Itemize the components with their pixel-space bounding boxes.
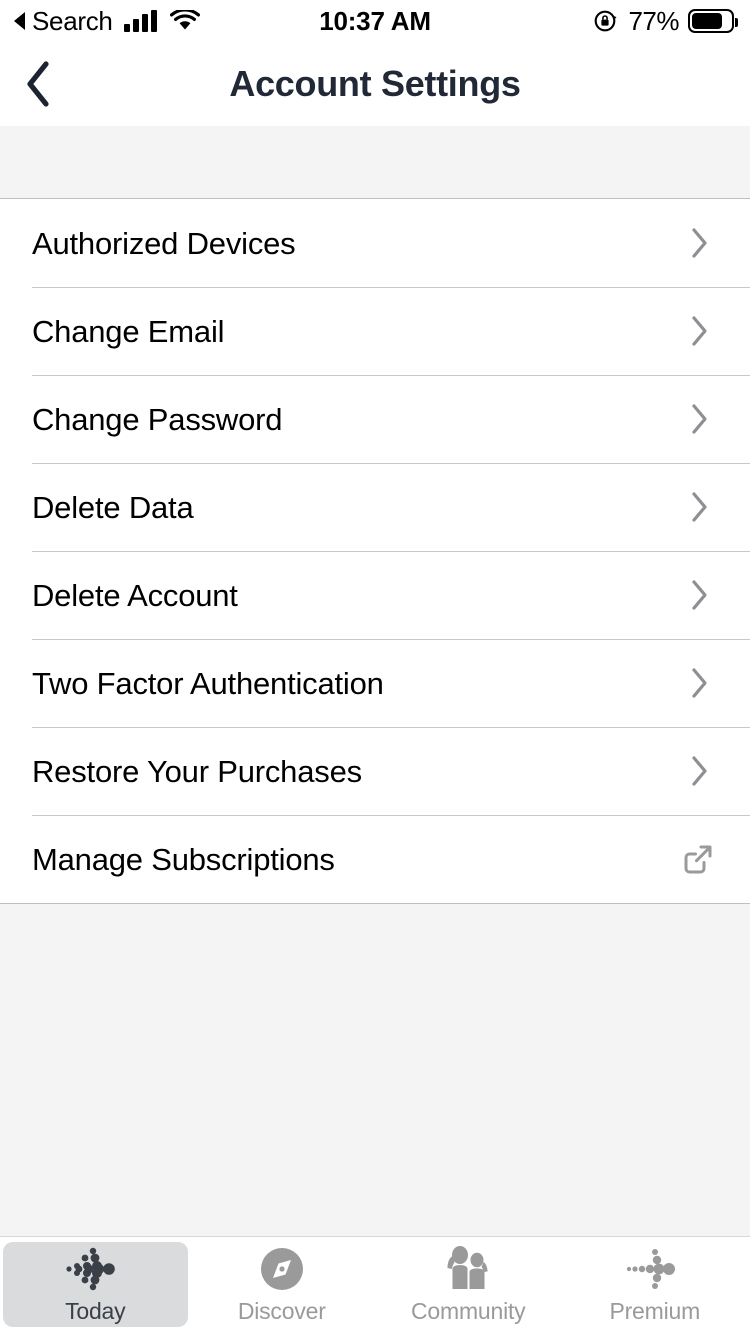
settings-list: Authorized Devices Change Email Change P… [0, 199, 750, 904]
external-link-icon [679, 840, 717, 878]
list-item[interactable]: Authorized Devices [0, 199, 750, 287]
status-bar-left[interactable]: Search [14, 6, 200, 37]
cellular-signal-icon [123, 10, 157, 32]
chevron-right-icon [688, 224, 710, 262]
dot-arrow-icon [623, 1244, 687, 1294]
tab-bar: Today Discover Community Premium [0, 1236, 750, 1334]
battery-icon [688, 9, 738, 33]
list-item-label: Manage Subscriptions [32, 841, 335, 877]
list-item[interactable]: Two Factor Authentication [0, 639, 750, 727]
chevron-right-icon [688, 312, 710, 350]
settings-content: Authorized Devices Change Email Change P… [0, 126, 750, 1236]
section-header-spacer [0, 126, 750, 199]
tab-label: Premium [609, 1298, 701, 1324]
list-item-label: Delete Account [32, 577, 238, 613]
battery-fill [692, 13, 722, 29]
list-item-label: Authorized Devices [32, 225, 296, 261]
list-item-label: Two Factor Authentication [32, 665, 384, 701]
status-back-label: Search [32, 5, 113, 36]
status-time: 10:37 AM [319, 5, 431, 36]
tab-discover[interactable]: Discover [190, 1242, 375, 1327]
tab-label: Today [65, 1298, 126, 1324]
rotation-lock-icon [593, 8, 619, 34]
tab-premium[interactable]: Premium [563, 1242, 748, 1327]
list-item[interactable]: Change Email [0, 287, 750, 375]
list-item[interactable]: Restore Your Purchases [0, 727, 750, 815]
chevron-right-icon [688, 400, 710, 438]
list-item-label: Change Password [32, 401, 283, 437]
list-item-label: Delete Data [32, 489, 194, 525]
people-icon [439, 1244, 497, 1294]
chevron-right-icon [688, 576, 710, 614]
tab-label: Discover [237, 1298, 326, 1324]
list-item[interactable]: Delete Account [0, 551, 750, 639]
battery-percent-label: 77% [628, 5, 679, 36]
dot-arrow-icon [63, 1244, 127, 1294]
chevron-right-icon [688, 752, 710, 790]
chevron-right-icon [688, 488, 710, 526]
list-item[interactable]: Delete Data [0, 463, 750, 551]
tab-label: Community [410, 1298, 526, 1324]
list-item-label: Restore Your Purchases [32, 753, 362, 789]
status-bar: Search 10:37 AM 77% [0, 0, 750, 42]
tab-community[interactable]: Community [376, 1242, 561, 1327]
list-item[interactable]: Manage Subscriptions [0, 815, 750, 903]
wifi-icon [169, 8, 200, 32]
list-item-label: Change Email [32, 313, 225, 349]
chevron-right-icon [688, 664, 710, 702]
compass-icon [257, 1244, 307, 1294]
list-item[interactable]: Change Password [0, 375, 750, 463]
status-bar-right: 77% [593, 5, 738, 37]
page-title: Account Settings [229, 63, 521, 104]
nav-bar: Account Settings [0, 42, 750, 126]
chevron-left-icon [27, 61, 49, 107]
app-screen: Search 10:37 AM 77% Account Settings Aut… [0, 0, 750, 1334]
tab-today[interactable]: Today [3, 1242, 188, 1327]
back-triangle-icon [14, 12, 25, 30]
back-button[interactable] [0, 42, 76, 126]
